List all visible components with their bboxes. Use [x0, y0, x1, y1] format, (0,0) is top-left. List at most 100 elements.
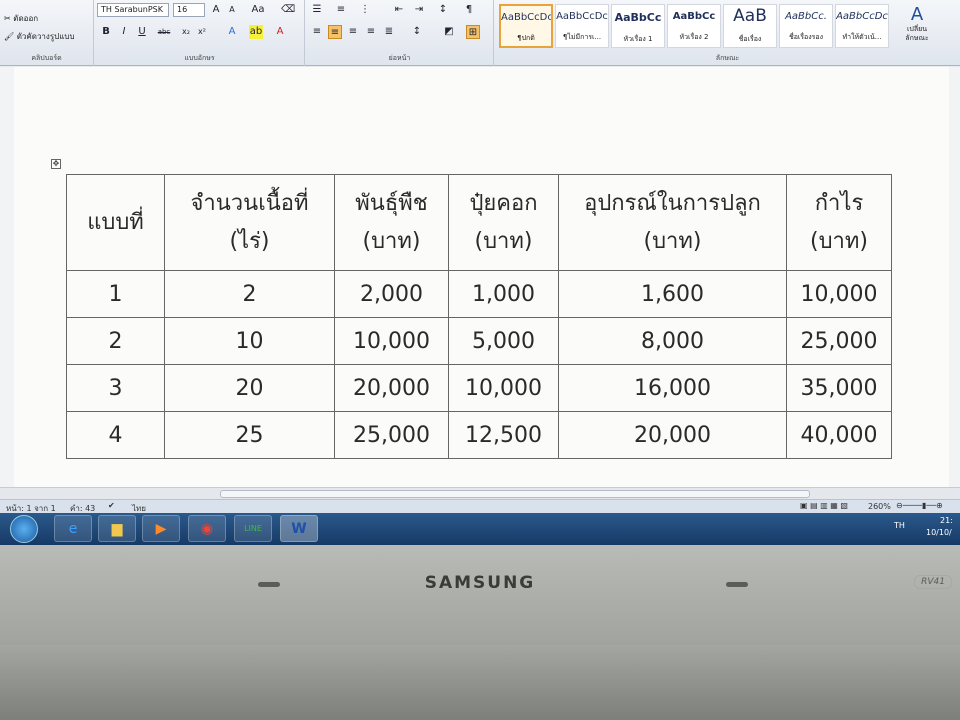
shrink-font-icon[interactable]: A: [225, 3, 239, 17]
input-language[interactable]: TH: [894, 521, 905, 530]
table-cell[interactable]: 20: [164, 364, 335, 412]
underline-icon[interactable]: U: [135, 25, 149, 39]
font-size-select[interactable]: 16: [173, 3, 205, 17]
clock-time[interactable]: 21:: [940, 516, 953, 525]
borders-icon[interactable]: ⊞: [466, 25, 480, 39]
paragraph-group-label: ย่อหน้า: [388, 54, 411, 62]
table-cell[interactable]: 1,600: [558, 270, 787, 318]
shading-icon[interactable]: ◩: [442, 25, 456, 39]
header-cell[interactable]: จำนวนเนื้อที่ (ไร่): [164, 174, 335, 271]
highlight-icon[interactable]: ab: [249, 25, 263, 39]
header-line-2: (ไร่): [229, 228, 270, 254]
strikethrough-icon[interactable]: abc: [157, 25, 171, 39]
line-app-icon[interactable]: LINE: [234, 515, 272, 542]
header-cell[interactable]: กำไร (บาท): [786, 174, 892, 271]
proofing-icon[interactable]: ✔: [108, 501, 115, 510]
superscript-icon[interactable]: x²: [195, 25, 209, 39]
file-explorer-icon[interactable]: ▆: [98, 515, 136, 542]
header-cell[interactable]: อุปกรณ์ในการปลูก (บาท): [558, 174, 787, 271]
numbering-icon[interactable]: ≡: [334, 3, 348, 17]
table-cell[interactable]: 4: [66, 411, 165, 459]
table-cell[interactable]: 12,500: [448, 411, 559, 459]
table-cell[interactable]: 25: [164, 411, 335, 459]
clear-format-icon[interactable]: ⌫: [281, 3, 295, 17]
internet-explorer-icon[interactable]: e: [54, 515, 92, 542]
change-styles-button[interactable]: A เปลี่ยน ลักษณะ: [897, 4, 937, 54]
table-cell[interactable]: 25,000: [334, 411, 449, 459]
document-area: ✥ แบบที่ จำนวนเนื้อที่ (ไร่) พันธุ์พืช (บา…: [0, 67, 960, 487]
table-cell[interactable]: 35,000: [786, 364, 892, 412]
table-cell[interactable]: 2: [66, 317, 165, 365]
thai-distribute-icon[interactable]: ≣: [382, 25, 396, 39]
style-title[interactable]: AaB ชื่อเรื่อง: [723, 4, 777, 48]
italic-icon[interactable]: I: [117, 25, 131, 39]
style-name: ¶ไม่มีการเ...: [562, 33, 602, 41]
horizontal-scrollbar[interactable]: [0, 487, 960, 499]
multilevel-list-icon[interactable]: ⋮: [358, 3, 372, 17]
scrollbar-thumb[interactable]: [220, 490, 810, 498]
align-right-icon[interactable]: ≡: [346, 25, 360, 39]
style-heading-2[interactable]: AaBbCc หัวเรื่อง 2: [667, 4, 721, 48]
chrome-icon[interactable]: ◉: [188, 515, 226, 542]
table-cell[interactable]: 5,000: [448, 317, 559, 365]
grow-font-icon[interactable]: A: [209, 3, 223, 17]
table-cell[interactable]: 16,000: [558, 364, 787, 412]
style-normal[interactable]: AaBbCcDc ¶ปกติ: [499, 4, 553, 48]
text-effects-icon[interactable]: A: [225, 25, 239, 39]
header-cell[interactable]: พันธุ์พืช (บาท): [334, 174, 449, 271]
table-cell[interactable]: 10: [164, 317, 335, 365]
increase-indent-icon[interactable]: ⇥: [412, 3, 426, 17]
media-player-icon[interactable]: ▶: [142, 515, 180, 542]
sort-icon[interactable]: ↕: [436, 3, 450, 17]
ribbon: ✂ ตัดออก 🖌 ตัวคัดวางรูปแบบ คลิปบอร์ด TH …: [0, 0, 960, 66]
align-center-icon[interactable]: ≡: [328, 25, 342, 39]
table-cell[interactable]: 20,000: [334, 364, 449, 412]
table-move-handle-icon[interactable]: ✥: [51, 159, 61, 169]
decrease-indent-icon[interactable]: ⇤: [392, 3, 406, 17]
table-cell[interactable]: 10,000: [334, 317, 449, 365]
format-painter-button[interactable]: 🖌 ตัวคัดวางรูปแบบ: [4, 30, 75, 43]
table-cell[interactable]: 1: [66, 270, 165, 318]
start-button-icon[interactable]: [10, 515, 38, 543]
table-cell[interactable]: 25,000: [786, 317, 892, 365]
header-line-1: แบบที่: [87, 209, 144, 235]
table-cell[interactable]: 8,000: [558, 317, 787, 365]
table-cell[interactable]: 2,000: [334, 270, 449, 318]
bezel-slot-right: [726, 582, 748, 587]
align-left-icon[interactable]: ≡: [310, 25, 324, 39]
style-subtitle[interactable]: AaBbCc. ชื่อเรื่องรอง: [779, 4, 833, 48]
justify-icon[interactable]: ≡: [364, 25, 378, 39]
laptop-bezel: SAMSUNG RV41: [0, 545, 960, 720]
table-cell[interactable]: 10,000: [786, 270, 892, 318]
style-subtle-emphasis[interactable]: AaBbCcDc ทำให้ตัวเน้...: [835, 4, 889, 48]
header-cell[interactable]: แบบที่: [66, 174, 165, 271]
font-color-icon[interactable]: A: [273, 25, 287, 39]
table-cell[interactable]: 10,000: [448, 364, 559, 412]
model-badge: RV41: [914, 575, 952, 589]
subscript-icon[interactable]: x₂: [179, 25, 193, 39]
view-buttons-icon[interactable]: ▣ ▤ ▥ ▦ ▧: [800, 501, 848, 510]
zoom-slider[interactable]: ⊖────▮──⊕: [896, 501, 943, 510]
bullets-icon[interactable]: ☰: [310, 3, 324, 17]
table-cell[interactable]: 40,000: [786, 411, 892, 459]
style-no-spacing[interactable]: AaBbCcDc ¶ไม่มีการเ...: [555, 4, 609, 48]
font-name-select[interactable]: TH SarabunPSK: [97, 3, 169, 17]
table-cell[interactable]: 3: [66, 364, 165, 412]
clock-date[interactable]: 10/10/: [926, 528, 952, 537]
style-sample: AaB: [733, 6, 767, 26]
header-cell[interactable]: ปุ๋ยคอก (บาท): [448, 174, 559, 271]
show-marks-icon[interactable]: ¶: [462, 3, 476, 17]
cut-button[interactable]: ✂ ตัดออก: [4, 12, 38, 25]
zoom-level[interactable]: 260%: [868, 502, 891, 511]
font-group-label: แบบอักษร: [184, 54, 215, 62]
bold-icon[interactable]: B: [99, 25, 113, 39]
header-line-1: จำนวนเนื้อที่: [190, 190, 309, 216]
change-case-icon[interactable]: Aa: [251, 3, 265, 17]
word-taskbar-icon[interactable]: W: [280, 515, 318, 542]
line-spacing-icon[interactable]: ↕: [410, 25, 424, 39]
table-cell[interactable]: 2: [164, 270, 335, 318]
table-cell[interactable]: 20,000: [558, 411, 787, 459]
style-heading-1[interactable]: AaBbCc หัวเรื่อง 1: [611, 4, 665, 48]
table-cell[interactable]: 1,000: [448, 270, 559, 318]
document-page[interactable]: ✥ แบบที่ จำนวนเนื้อที่ (ไร่) พันธุ์พืช (บา…: [14, 67, 949, 487]
